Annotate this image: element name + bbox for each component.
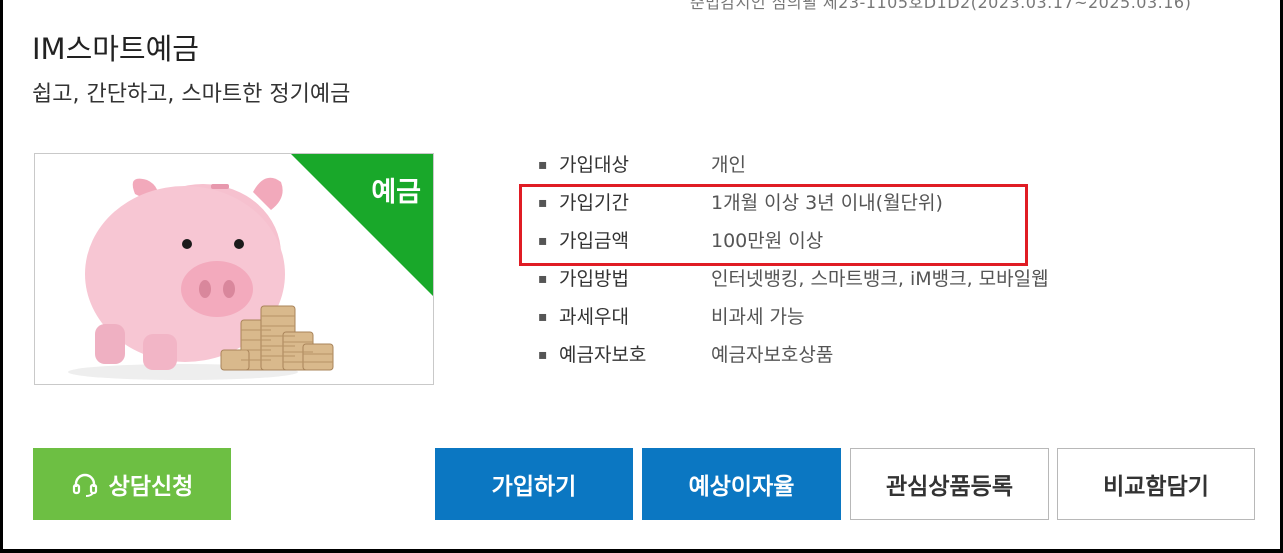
info-value: 비과세 가능: [711, 306, 805, 328]
expected-rate-button-label: 예상이자율: [688, 474, 795, 500]
product-image: 예금: [34, 153, 434, 385]
bullet-icon: ▪: [538, 347, 548, 363]
product-subtitle: 쉽고, 간단하고, 스마트한 정기예금: [32, 82, 351, 107]
consult-button[interactable]: 상담신청: [33, 448, 231, 520]
info-label: 예금자보호: [559, 344, 647, 366]
consult-button-label: 상담신청: [108, 474, 194, 500]
join-button-label: 가입하기: [491, 474, 577, 500]
category-badge: 예금: [371, 177, 421, 208]
info-value: 예금자보호상품: [711, 344, 834, 366]
add-interest-button-label: 관심상품등록: [886, 474, 1013, 500]
add-compare-button-label: 비교함담기: [1103, 474, 1209, 500]
add-interest-button[interactable]: 관심상품등록: [850, 448, 1049, 520]
info-label: 가입방법: [559, 268, 629, 290]
highlight-box: [519, 184, 1028, 266]
product-title: IM스마트예금: [32, 32, 199, 66]
compliance-note: 준법감시인 심의필 제23-1105호D1D2(2023.03.17~2025.…: [690, 0, 1192, 11]
bullet-icon: ▪: [538, 271, 548, 287]
bullet-icon: ▪: [538, 309, 548, 325]
headset-icon: [72, 473, 97, 497]
expected-rate-button[interactable]: 예상이자율: [642, 448, 841, 520]
info-label: 가입대상: [559, 154, 629, 176]
info-label: 과세우대: [559, 306, 629, 328]
info-value: 개인: [711, 154, 746, 176]
join-button[interactable]: 가입하기: [435, 448, 633, 520]
info-value: 인터넷뱅킹, 스마트뱅크, iM뱅크, 모바일웹: [711, 268, 1049, 290]
add-compare-button[interactable]: 비교함담기: [1057, 448, 1255, 520]
bullet-icon: ▪: [538, 157, 548, 173]
